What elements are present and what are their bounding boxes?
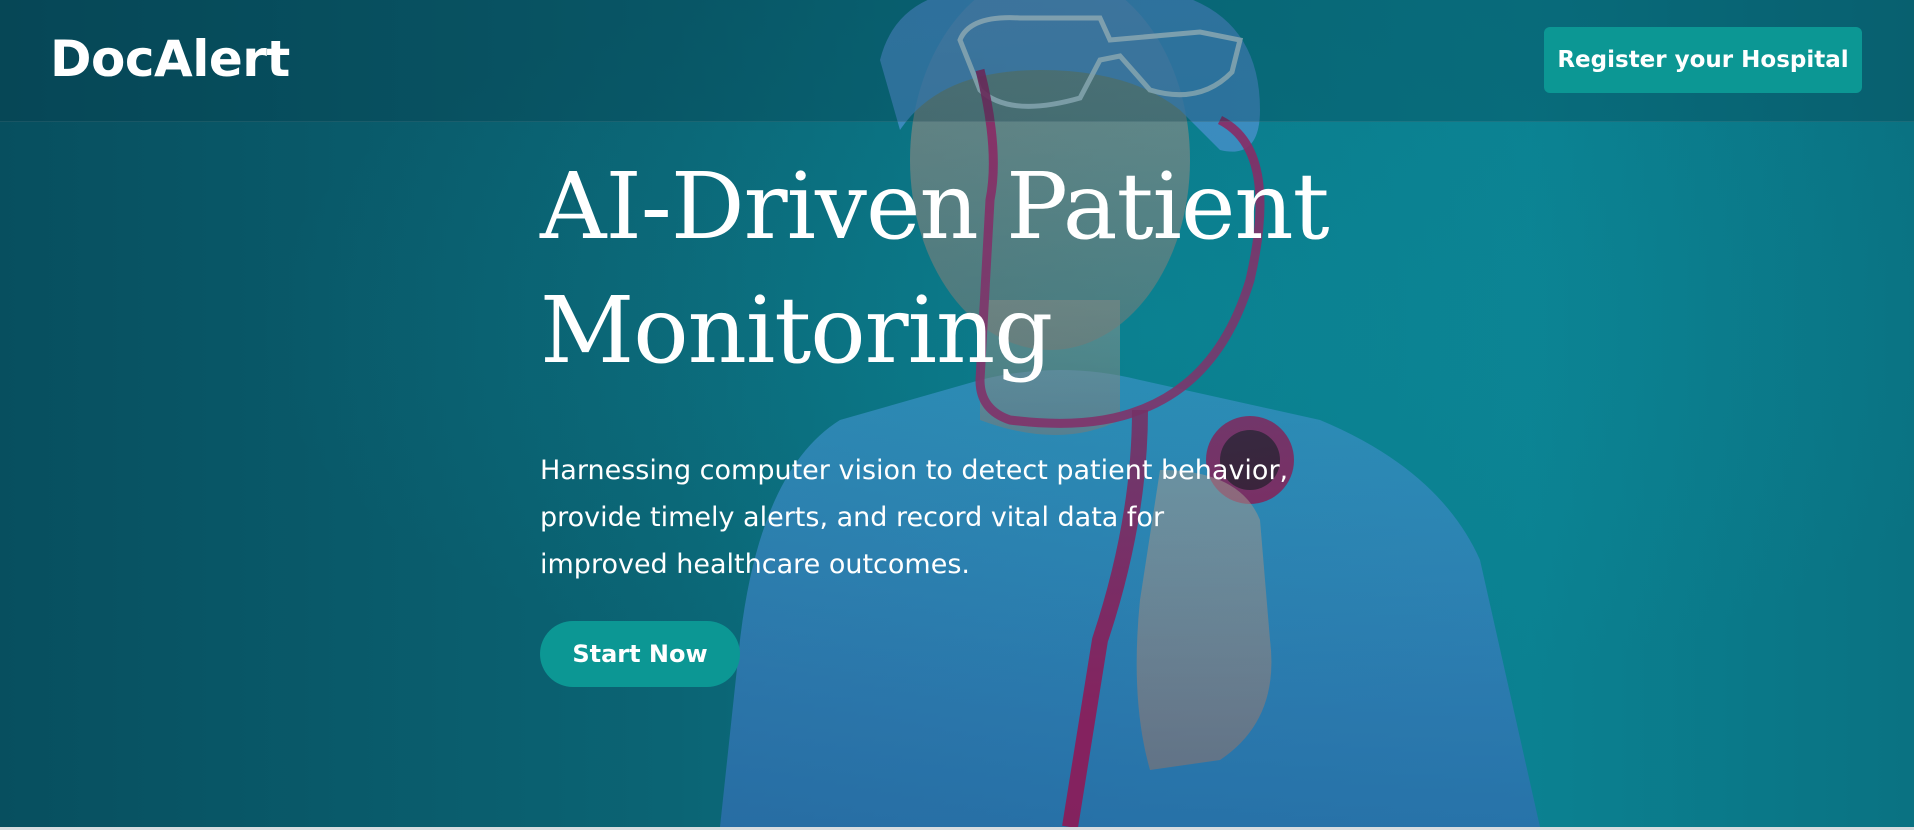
hero-headline: AI-Driven Patient Monitoring <box>540 145 1340 393</box>
hero-headline-line-1: AI-Driven Patient <box>540 153 1330 260</box>
hero-content: AI-Driven Patient Monitoring Harnessing … <box>540 145 1340 687</box>
register-hospital-button[interactable]: Register your Hospital <box>1544 27 1862 93</box>
brand-logo[interactable]: DocAlert <box>50 30 290 88</box>
hero-section: DocAlert Register your Hospital AI-Drive… <box>0 0 1914 827</box>
start-now-button[interactable]: Start Now <box>540 621 740 687</box>
hero-headline-line-2: Monitoring <box>540 277 1053 384</box>
hero-description: Harnessing computer vision to detect pat… <box>540 455 1289 580</box>
top-navbar: DocAlert Register your Hospital <box>0 0 1914 122</box>
